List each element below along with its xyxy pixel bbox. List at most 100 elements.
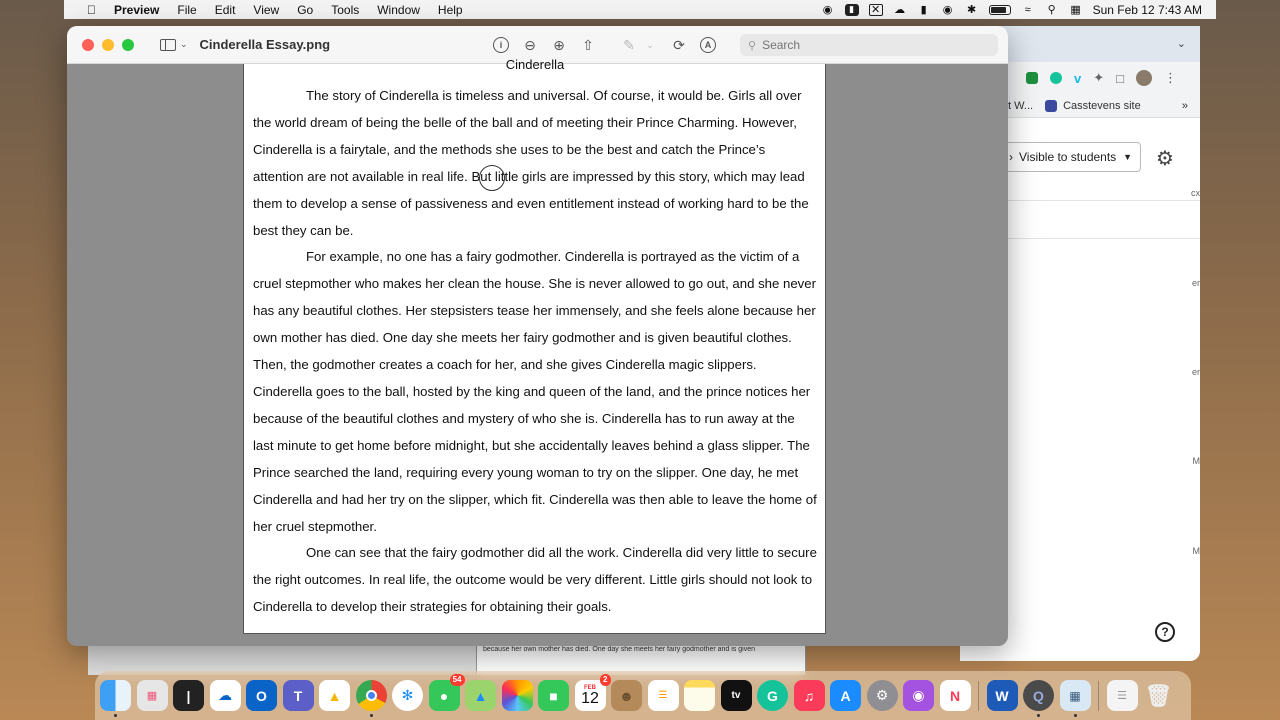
chevron-right-icon: › (1009, 150, 1013, 164)
google-drive-icon[interactable]: ▲ (319, 680, 350, 711)
grammarly-extension-icon[interactable] (1050, 72, 1062, 84)
search-field[interactable]: ⚲ (740, 34, 998, 56)
preview-window[interactable]: ⌄ Cinderella Essay.png i ⊖ ⊕ ⇧ ✎ ⌄ ⟳ A ⚲… (67, 26, 1008, 646)
podcasts-icon[interactable]: ◉ (903, 680, 934, 711)
record-icon[interactable]: ◉ (821, 4, 835, 16)
maps-icon[interactable]: ▲ (465, 680, 496, 711)
wifi-icon[interactable]: ≈ (1021, 4, 1035, 16)
calendar-icon[interactable]: FEB 12 2 (574, 674, 611, 711)
bookmark-casstevens-site[interactable]: Casstevens site (1063, 100, 1141, 112)
teams-icon[interactable]: T (282, 680, 314, 711)
apple-tv-icon[interactable]: tv (720, 680, 752, 711)
menu-view[interactable]: View (244, 3, 288, 17)
bookmarks-overflow-icon[interactable]: » (1182, 100, 1200, 112)
close-window-button[interactable] (82, 38, 94, 51)
chevron-down-icon[interactable]: ⌄ (1177, 37, 1186, 50)
sidebar-toggle-button[interactable]: ⌄ (160, 38, 188, 51)
facetime-icon[interactable]: ■ (538, 680, 569, 711)
outlook-icon[interactable]: O (246, 680, 277, 711)
voice-memos-icon[interactable]: | (173, 680, 204, 711)
audio-bars-icon[interactable]: ▮ (917, 4, 931, 16)
document-page: Cinderella The story of Cinderella is ti… (243, 58, 826, 634)
avatar[interactable] (1136, 70, 1152, 86)
messages-icon[interactable]: ● 54 (428, 674, 465, 711)
calendar-badge: 2 (600, 674, 611, 686)
info-icon[interactable]: i (493, 37, 509, 53)
side-fragment: cx (1191, 188, 1200, 198)
side-fragment: M (1192, 456, 1201, 466)
menu-go[interactable]: Go (288, 3, 322, 17)
battery-icon[interactable] (988, 4, 1011, 15)
calendar-day: 12 (581, 689, 599, 707)
photos-icon[interactable] (501, 680, 533, 711)
system-settings-icon[interactable]: ⚙ (866, 680, 898, 711)
fullscreen-window-button[interactable] (122, 38, 134, 51)
preview-icon[interactable]: ▦ (1059, 680, 1091, 717)
menu-bar:  Preview File Edit View Go Tools Window… (64, 0, 1216, 19)
side-fragment: M (1192, 546, 1201, 556)
puzzle-icon[interactable]: ✦ (1093, 70, 1104, 86)
dock-separator (1098, 680, 1099, 711)
minimize-window-button[interactable] (102, 38, 114, 51)
paragraph-1: The story of Cinderella is timeless and … (253, 88, 809, 238)
safari-icon[interactable]: ✻ (392, 680, 423, 711)
share-icon[interactable]: ⇧ (580, 37, 596, 53)
help-icon[interactable]: ? (1155, 622, 1175, 642)
window-title: Cinderella Essay.png (199, 37, 331, 52)
app-store-icon[interactable]: A (830, 680, 861, 711)
onedrive-icon[interactable]: ☁ (209, 680, 241, 711)
finder-icon[interactable] (100, 680, 131, 717)
grammarly-app-icon[interactable]: G (757, 680, 788, 711)
more-menu-icon[interactable]: ⋮ (1164, 70, 1177, 86)
gear-icon[interactable]: ⚙ (1156, 146, 1174, 171)
menu-tools[interactable]: Tools (322, 3, 368, 17)
markup-chevron-icon[interactable]: ⌄ (642, 37, 658, 53)
launchpad-icon[interactable]: ▦ (136, 680, 168, 711)
zoom-in-icon[interactable]: ⊕ (551, 37, 567, 53)
menubar-datetime[interactable]: Sun Feb 12 7:43 AM (1093, 3, 1202, 17)
menu-edit[interactable]: Edit (206, 3, 245, 17)
menu-file[interactable]: File (168, 3, 205, 17)
apple-menu-icon[interactable]:  (78, 3, 105, 17)
search-input[interactable] (762, 38, 963, 52)
folder-icon[interactable]: ▮ (844, 3, 859, 16)
side-fragment: er (1191, 367, 1200, 377)
chrome-icon[interactable] (355, 680, 387, 717)
messages-badge: 54 (449, 674, 465, 686)
zoom-out-icon[interactable]: ⊖ (522, 37, 538, 53)
grammarly-icon[interactable]: ◉ (941, 4, 955, 16)
sidepanel-icon[interactable]: □ (1116, 71, 1124, 86)
spotlight-search-icon[interactable]: ⚲ (1045, 4, 1059, 16)
divider (1008, 238, 1200, 239)
visibility-label: Visible to students (1019, 150, 1117, 164)
sidebar-icon (160, 38, 176, 51)
paragraph-2: For example, no one has a fairy godmothe… (253, 249, 817, 534)
paragraph-3: One can see that the fairy godmother did… (253, 545, 817, 615)
reminders-icon[interactable]: ☰ (647, 680, 679, 711)
notes-icon[interactable] (684, 680, 715, 711)
close-box-icon[interactable]: ✕ (868, 3, 883, 16)
quicktime-icon[interactable]: Q (1023, 680, 1054, 717)
menu-window[interactable]: Window (368, 3, 429, 17)
underlying-snippet: because her own mother has died. One day… (483, 646, 755, 653)
bluetooth-icon[interactable]: ✱ (965, 4, 979, 16)
documents-stack-icon[interactable]: ☰ (1106, 680, 1138, 711)
music-icon[interactable]: ♫ (793, 680, 825, 711)
dock: ▦ | ☁ O T ▲ ✻ ● 54 ▲ ■ FEB 12 2 ☻ ☰ tv G … (95, 671, 1191, 720)
word-icon[interactable]: W (986, 680, 1018, 711)
markup-pen-icon[interactable]: ✎ (621, 37, 637, 53)
vimeo-extension-icon[interactable]: v (1074, 71, 1081, 86)
menu-app-name[interactable]: Preview (105, 3, 168, 17)
bookmark-partial[interactable]: t W... (1008, 100, 1033, 112)
dock-separator (978, 680, 979, 711)
visibility-dropdown[interactable]: › Visible to students ▼ (1000, 142, 1141, 172)
trash-icon[interactable]: 🗑 (1143, 680, 1174, 711)
menu-help[interactable]: Help (429, 3, 472, 17)
markup-icon[interactable]: A (700, 37, 716, 53)
contacts-icon[interactable]: ☻ (611, 680, 642, 711)
sheets-extension-icon[interactable] (1026, 72, 1038, 84)
control-center-icon[interactable]: ▦ (1069, 4, 1083, 16)
cloud-icon[interactable]: ☁ (893, 4, 907, 16)
rotate-icon[interactable]: ⟳ (671, 37, 687, 53)
news-icon[interactable]: N (939, 680, 971, 711)
